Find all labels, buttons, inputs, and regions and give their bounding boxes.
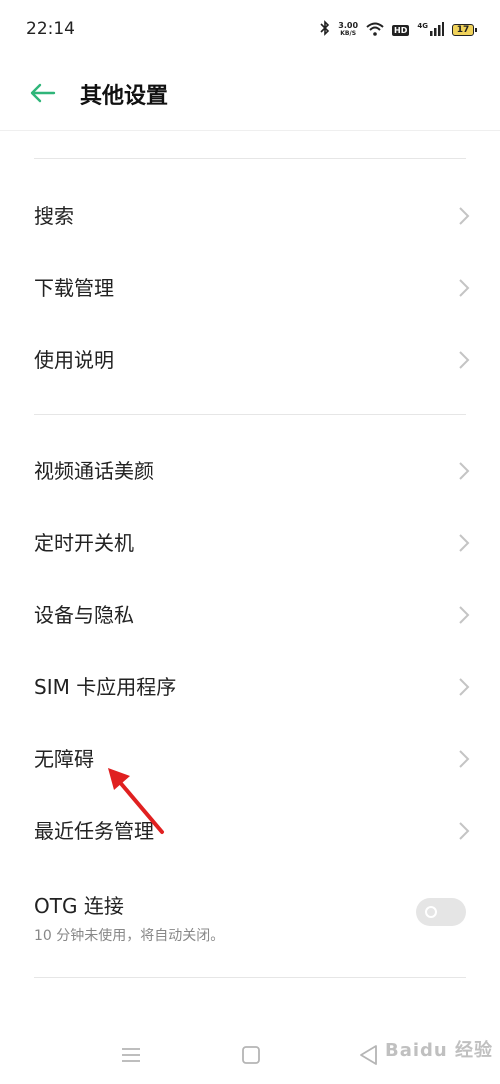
- settings-item-label: 视频通话美颜: [34, 459, 154, 483]
- settings-item-label: 使用说明: [34, 348, 114, 372]
- battery-level: 17: [456, 25, 470, 35]
- header: 其他设置: [0, 56, 500, 131]
- chevron-right-icon: [458, 461, 470, 481]
- menu-icon[interactable]: [118, 1042, 144, 1068]
- status-bar: 22:14 3.00 KB/S HD 4G 17: [0, 0, 500, 56]
- hd-icon: HD: [392, 24, 410, 36]
- network-speed: 3.00 KB/S: [338, 22, 358, 38]
- annotation-arrow-icon: [100, 762, 170, 842]
- status-time: 22:14: [26, 19, 75, 39]
- chevron-right-icon: [458, 821, 470, 841]
- wifi-icon: [366, 21, 384, 40]
- settings-item-label: 下载管理: [34, 276, 114, 300]
- back-arrow-icon[interactable]: [28, 78, 58, 108]
- settings-item-label: 设备与隐私: [34, 603, 134, 627]
- settings-item-user-guide[interactable]: 使用说明: [0, 324, 500, 396]
- page-title: 其他设置: [80, 84, 169, 109]
- settings-item-accessibility[interactable]: 无障碍: [0, 723, 500, 795]
- section-divider: [34, 158, 466, 159]
- toggle-knob: [425, 906, 437, 918]
- chevron-right-icon: [458, 749, 470, 769]
- settings-item-device-privacy[interactable]: 设备与隐私: [0, 579, 500, 651]
- section-divider: [34, 414, 466, 415]
- status-icons: 3.00 KB/S HD 4G 17: [320, 20, 477, 40]
- chevron-right-icon: [458, 206, 470, 226]
- settings-item-download-manager[interactable]: 下载管理: [0, 252, 500, 324]
- signal-icon: [430, 21, 444, 40]
- bluetooth-icon: [320, 20, 330, 40]
- settings-item-search[interactable]: 搜索: [0, 180, 500, 252]
- settings-item-label: 无障碍: [34, 747, 94, 771]
- back-icon[interactable]: [356, 1042, 382, 1068]
- battery-icon: 17: [452, 24, 477, 36]
- settings-item-recent-tasks[interactable]: 最近任务管理: [0, 795, 500, 867]
- otg-toggle[interactable]: [416, 898, 466, 926]
- settings-item-label: 搜索: [34, 204, 74, 228]
- settings-item-label: 定时开关机: [34, 531, 134, 555]
- chevron-right-icon: [458, 677, 470, 697]
- section-divider: [34, 977, 466, 978]
- watermark: Baidu 经验: [385, 1040, 494, 1061]
- chevron-right-icon: [458, 350, 470, 370]
- settings-item-otg: OTG 连接 10 分钟未使用，将自动关闭。: [0, 868, 500, 958]
- settings-item-sim-apps[interactable]: SIM 卡应用程序: [0, 651, 500, 723]
- chevron-right-icon: [458, 278, 470, 298]
- chevron-right-icon: [458, 605, 470, 625]
- chevron-right-icon: [458, 533, 470, 553]
- otg-label: OTG 连接: [34, 894, 124, 918]
- otg-sublabel: 10 分钟未使用，将自动关闭。: [34, 928, 225, 944]
- settings-item-label: SIM 卡应用程序: [34, 675, 177, 699]
- speed-value: 3.00: [338, 21, 359, 30]
- network-type: 4G: [417, 22, 428, 30]
- settings-item-scheduled-power[interactable]: 定时开关机: [0, 507, 500, 579]
- settings-item-video-call-beauty[interactable]: 视频通话美颜: [0, 435, 500, 507]
- home-icon[interactable]: [238, 1042, 264, 1068]
- speed-unit: KB/S: [340, 30, 357, 37]
